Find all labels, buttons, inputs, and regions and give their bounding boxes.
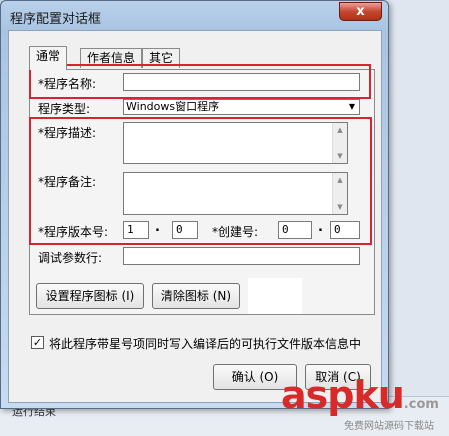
watermark-subtitle: 免费网站源码下载站 bbox=[344, 421, 434, 432]
program-icon-preview bbox=[248, 278, 302, 314]
close-button[interactable]: x bbox=[339, 2, 382, 21]
set-program-icon-button[interactable]: 设置程序图标 (I) bbox=[36, 283, 144, 309]
highlight-box-details bbox=[29, 117, 372, 245]
clear-icon-button[interactable]: 清除图标 (N) bbox=[152, 283, 240, 309]
dialog-title: 程序配置对话框 bbox=[10, 12, 102, 27]
watermark-suffix: .com bbox=[403, 397, 439, 412]
write-version-info-checkbox[interactable]: ✓ bbox=[31, 336, 44, 349]
debug-params-label: 调试参数行: bbox=[38, 251, 103, 265]
debug-params-input[interactable] bbox=[123, 247, 360, 265]
tab-general[interactable]: 通常 bbox=[29, 46, 68, 70]
dropdown-arrow-icon[interactable]: ▼ bbox=[345, 100, 359, 114]
watermark-main: aspku bbox=[281, 373, 405, 417]
program-type-value: Windows窗口程序 bbox=[126, 100, 220, 113]
highlight-box-name bbox=[29, 64, 371, 99]
write-version-info-label[interactable]: 将此程序带星号项同时写入编译后的可执行文件版本信息中 bbox=[49, 335, 361, 352]
program-type-select[interactable]: Windows窗口程序 ▼ bbox=[123, 99, 360, 115]
program-type-label: 程序类型: bbox=[38, 102, 91, 116]
